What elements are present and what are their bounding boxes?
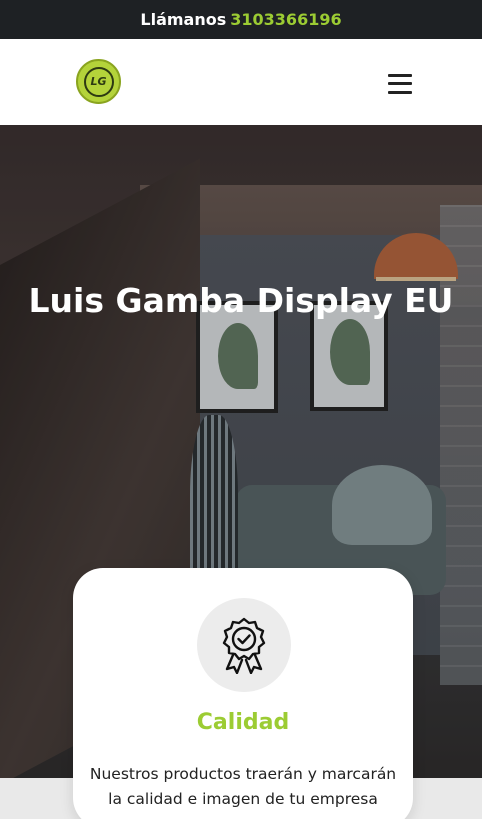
top-bar: Llámanos 3103366196 — [0, 0, 482, 39]
call-label: Llámanos — [140, 10, 227, 29]
hamburger-menu-icon[interactable] — [386, 72, 414, 96]
phone-link[interactable]: 3103366196 — [230, 10, 341, 29]
feature-description: Nuestros productos traerán y marcarán la… — [89, 765, 397, 808]
company-logo[interactable]: LG — [76, 59, 121, 104]
logo-mark: LG — [83, 66, 114, 97]
quality-award-badge-icon — [197, 598, 291, 692]
feature-title: Calidad — [196, 710, 290, 735]
feature-card: Calidad Nuestros productos traerán y mar… — [73, 568, 413, 819]
hero-title: Luis Gamba Display EU — [28, 281, 454, 320]
